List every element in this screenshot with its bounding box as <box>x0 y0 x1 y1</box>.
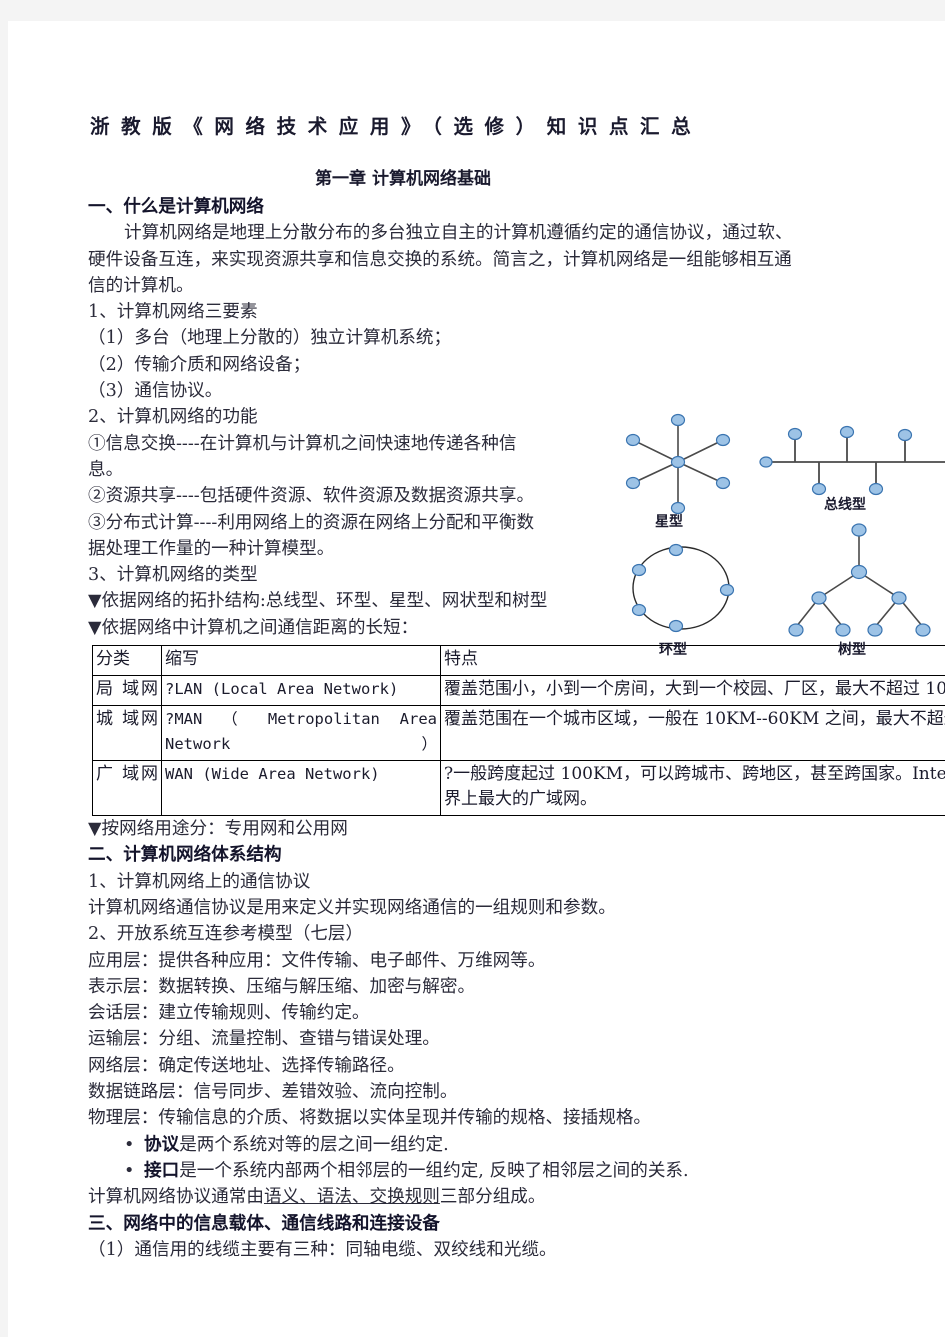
table-header-cell: 分类 <box>92 645 162 677</box>
topology-label-tree: 树型 <box>838 642 866 658</box>
list-item: 物理层：传输信息的介质、将数据以实体呈现并传输的规格、接插规格。 <box>88 1108 652 1129</box>
list-item: ▼按网络用途分：专用网和公用网 <box>88 819 348 840</box>
table-cell-category: 广 域网 <box>92 760 162 817</box>
list-item: 计算机网络通信协议是用来定义并实现网络通信的一组规则和参数。 <box>88 897 616 918</box>
bullet-item: • 协议是两个系统对等的层之间一组约定. <box>88 1132 945 1158</box>
network-topology-diagrams: 星型 总线型 环型 树型 <box>623 410 945 660</box>
list-item: 会话层：建立传输规则、传输约定。 <box>88 1003 370 1024</box>
document-title: 浙教版《网络技术应用》（选修）知识点汇总 <box>90 115 703 138</box>
bullet-text: 是一个系统内部两个相邻层的一组约定, 反映了相邻层之间的关系. <box>179 1160 689 1181</box>
table-row: 局 域网 ?LAN (Local Area Network) 覆盖范围小，小到一… <box>92 675 945 707</box>
list-item: 应用层：提供各种应用：文件传输、电子邮件、万维网等。 <box>88 950 546 971</box>
table-cell-feature: ?一般跨度起过 100KM，可以跨城市、跨地区，甚至跨国家。Internet 是… <box>440 760 945 817</box>
paragraph-line: 硬件设备互连，来实现资源共享和信息交换的系统。简言之，计算机网络是一组能够相互通 <box>88 249 792 270</box>
network-types-table-wrapper: 分类 缩写 特点 局 域网 ?LAN (Local Area Network) … <box>88 645 945 817</box>
bullet-text: 是两个系统对等的层之间一组约定. <box>179 1134 449 1155</box>
list-item: 运输层：分组、流量控制、查错与错误处理。 <box>88 1029 440 1050</box>
table-cell-feature: 覆盖范围小，小到一个房间，大到一个校园、厂区，最大不超过 10KM。 <box>440 675 945 707</box>
table-cell-feature: 覆盖范围在一个城市区域，一般在 10KM--60KM 之间，最大不超过 100K… <box>440 705 945 762</box>
chapter-title: 第一章 计算机网络基础 <box>315 169 491 189</box>
document-page: 浙教版《网络技术应用》（选修）知识点汇总 第一章 计算机网络基础 星型 总线型 … <box>8 21 945 1337</box>
list-item: （1）多台（地理上分散的）独立计算机系统； <box>88 328 452 349</box>
topology-label-bus: 总线型 <box>824 497 866 513</box>
list-item: （2）传输介质和网络设备； <box>88 354 311 375</box>
topology-label-star: 星型 <box>655 514 683 530</box>
list-item: （3）通信协议。 <box>88 381 223 402</box>
network-types-table: 分类 缩写 特点 局 域网 ?LAN (Local Area Network) … <box>92 645 945 817</box>
list-item: 表示层：数据转换、压缩与解压缩、加密与解密。 <box>88 976 476 997</box>
document-content: 浙教版《网络技术应用》（选修）知识点汇总 第一章 计算机网络基础 星型 总线型 … <box>88 110 945 1263</box>
table-cell-abbr: ?LAN (Local Area Network) <box>161 675 441 707</box>
table-cell-category: 城 域网 <box>92 705 162 762</box>
section-heading-2: 二、计算机网络体系结构 <box>88 844 282 866</box>
bullet-marker: • <box>124 1134 135 1155</box>
closing-suffix: 三部分组成。 <box>439 1187 546 1208</box>
table-cell-category: 局 域网 <box>92 675 162 707</box>
paragraph-line: 计算机网络是地理上分散分布的多台独立自主的计算机遵循约定的通信协议，通过软、 <box>124 223 793 244</box>
list-item: 2、开放系统互连参考模型（七层） <box>88 924 364 945</box>
table-cell-abbr: WAN (Wide Area Network) <box>161 760 441 817</box>
closing-line: 计算机网络协议通常由语义、语法、交换规则三部分组成。 <box>88 1184 945 1210</box>
section-heading-1: 一、什么是计算机网络 <box>88 196 264 217</box>
list-item: 网络层：确定传送地址、选择传输路径。 <box>88 1055 405 1076</box>
section-heading-3: 三、网络中的信息载体、通信线路和连接设备 <box>88 1212 440 1234</box>
bullet-item: • 接口是一个系统内部两个相邻层的一组约定, 反映了相邻层之间的关系. <box>88 1158 945 1184</box>
list-item: 数据链路层：信号同步、差错效验、流向控制。 <box>88 1082 458 1103</box>
bullet-term: 协议 <box>144 1133 180 1155</box>
table-header-cell: 缩写 <box>161 645 441 677</box>
list-item: 1、计算机网络三要素 <box>88 302 258 323</box>
table-row: 城 域网 ?MAN （ Metropolitan Area Network） 覆… <box>92 705 945 762</box>
bullet-term: 接口 <box>144 1159 180 1181</box>
topology-svg <box>625 413 945 637</box>
closing-prefix: 计算机网络协议通常由 <box>88 1187 264 1208</box>
closing-underlined: 语义、语法、交换规则 <box>263 1187 440 1208</box>
body-column: 星型 总线型 环型 树型 一、什么是计算机网络 计算机网络是地理上分散分布的多台… <box>88 194 945 1263</box>
topology-label-ring: 环型 <box>659 642 687 658</box>
bullet-marker: • <box>124 1160 135 1181</box>
list-item: 1、计算机网络上的通信协议 <box>88 871 311 892</box>
list-item: （1）通信用的线缆主要有三种：同轴电缆、双绞线和光缆。 <box>88 1239 557 1260</box>
paragraph-line: 信的计算机。 <box>88 275 194 296</box>
table-row: 广 域网 WAN (Wide Area Network) ?一般跨度起过 100… <box>92 760 945 817</box>
table-cell-abbr: ?MAN （ Metropolitan Area Network） <box>161 705 441 762</box>
